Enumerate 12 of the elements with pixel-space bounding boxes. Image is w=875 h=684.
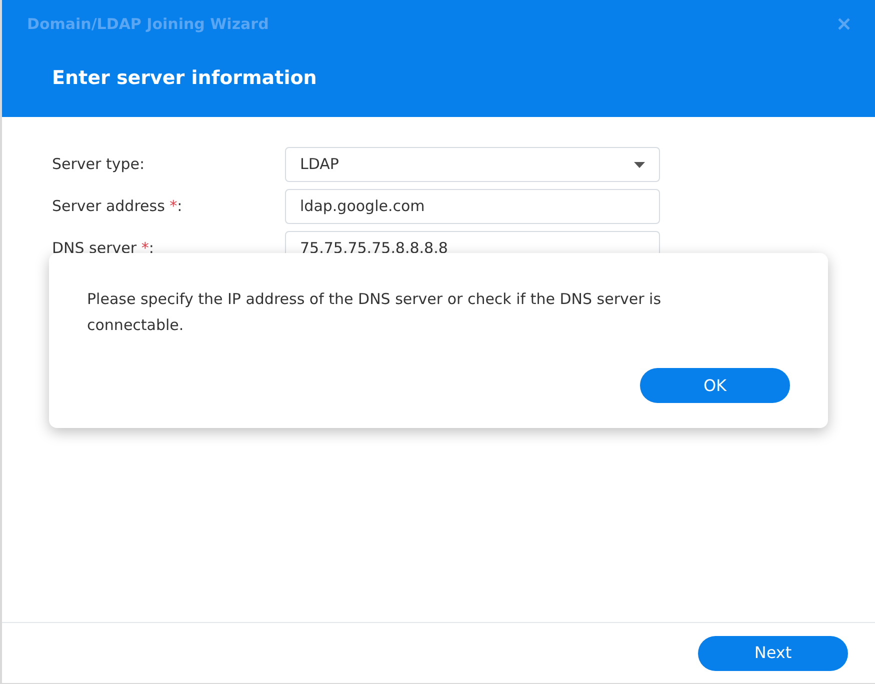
input-field[interactable]: ldap.google.com bbox=[285, 189, 660, 224]
field-label: Server type: bbox=[52, 154, 146, 176]
page-heading: Enter server information bbox=[51, 66, 318, 90]
field-label: DNS server *: bbox=[52, 238, 155, 260]
alert-message: Please specify the IP address of the DNS server or check if the DNS server is connectable. bbox=[87, 289, 662, 336]
caret-icon bbox=[634, 162, 645, 168]
close-icon[interactable] bbox=[837, 17, 851, 32]
ok-button[interactable]: OK bbox=[640, 368, 790, 403]
server-type-dropdown[interactable]: LDAP bbox=[285, 147, 660, 182]
field-label: Server address *: bbox=[52, 196, 184, 218]
next-button[interactable]: Next bbox=[698, 636, 848, 670]
window-title: Domain/LDAP Joining Wizard bbox=[27, 14, 269, 35]
